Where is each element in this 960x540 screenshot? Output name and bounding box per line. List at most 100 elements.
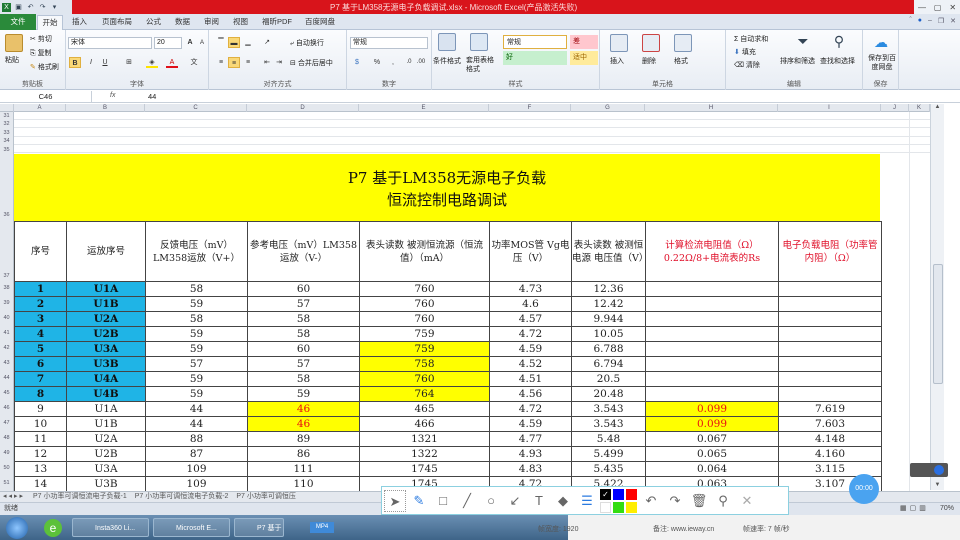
insert-cells-button[interactable]: 插入: [610, 56, 624, 66]
table-cell[interactable]: 1745: [359, 461, 490, 477]
customize-icon[interactable]: ▾: [50, 3, 59, 12]
table-cell[interactable]: 4.77: [489, 431, 572, 447]
sheet-banner-title[interactable]: P7 基于LM358无源电子负载 恒流控制电路调试: [14, 154, 880, 221]
table-cell[interactable]: 5.499: [571, 446, 646, 462]
tab-file[interactable]: 文件: [0, 14, 36, 30]
header-index[interactable]: 序号: [14, 221, 67, 282]
format-cells-button[interactable]: 格式: [674, 56, 688, 66]
column-header[interactable]: H: [645, 104, 778, 112]
magnifier-icon[interactable]: ⚲: [712, 490, 734, 512]
table-cell[interactable]: [645, 326, 779, 342]
table-cell[interactable]: [778, 386, 882, 402]
table-cell[interactable]: 59: [145, 386, 248, 402]
pen-tool-icon[interactable]: ✎: [408, 490, 430, 512]
border-icon[interactable]: ⊞: [123, 57, 135, 68]
column-header[interactable]: G: [571, 104, 645, 112]
decrease-indent-icon[interactable]: ⇤: [261, 57, 273, 68]
table-cell[interactable]: 4.160: [778, 446, 882, 462]
column-header[interactable]: I: [778, 104, 881, 112]
close-doc-icon[interactable]: ✕: [950, 17, 956, 25]
table-cell[interactable]: U1B: [66, 296, 146, 312]
pointer-tool-icon[interactable]: ➤: [384, 489, 406, 512]
align-center-icon[interactable]: ≡: [228, 57, 240, 68]
table-cell[interactable]: 86: [247, 446, 360, 462]
table-cell[interactable]: U4A: [66, 371, 146, 387]
table-cell[interactable]: 0.065: [645, 446, 779, 462]
color-swatch-blue[interactable]: [613, 488, 624, 500]
number-format-select[interactable]: 常规: [350, 37, 428, 49]
help-circle-icon[interactable]: [934, 465, 944, 475]
table-cell[interactable]: 59: [145, 296, 248, 312]
table-cell[interactable]: 4.56: [489, 386, 572, 402]
browser-icon[interactable]: e: [44, 519, 62, 537]
table-cell[interactable]: 1321: [359, 431, 490, 447]
table-cell[interactable]: 7.619: [778, 401, 882, 417]
table-cell[interactable]: 1322: [359, 446, 490, 462]
table-format-button[interactable]: 套用表格格式: [466, 56, 496, 74]
row-header[interactable]: 50: [0, 461, 13, 476]
redo-icon[interactable]: ↷: [38, 3, 47, 12]
table-cell[interactable]: 14: [14, 476, 67, 492]
table-cell[interactable]: U1A: [66, 281, 146, 297]
table-cell[interactable]: 3.543: [571, 416, 646, 432]
table-cell[interactable]: 4.72: [489, 401, 572, 417]
collapse-ribbon-icon[interactable]: ˆ: [909, 17, 911, 25]
table-cell[interactable]: 760: [359, 296, 490, 312]
style-bad[interactable]: 差: [570, 35, 598, 49]
table-cell[interactable]: 57: [247, 296, 360, 312]
table-cell[interactable]: U2A: [66, 311, 146, 327]
table-cell[interactable]: 12: [14, 446, 67, 462]
row-header[interactable]: 39: [0, 296, 13, 311]
table-cell[interactable]: 4.59: [489, 416, 572, 432]
row-header[interactable]: 42: [0, 341, 13, 356]
table-cell[interactable]: 46: [247, 401, 360, 417]
table-cell[interactable]: 4.93: [489, 446, 572, 462]
table-cell[interactable]: U1B: [66, 416, 146, 432]
tab-insert[interactable]: 插入: [72, 16, 87, 27]
table-cell[interactable]: 57: [145, 356, 248, 372]
row-header[interactable]: 37: [0, 221, 14, 281]
table-cell[interactable]: 6.788: [571, 341, 646, 357]
table-cell[interactable]: 4.83: [489, 461, 572, 477]
row-header[interactable]: 49: [0, 446, 13, 461]
table-cell[interactable]: 4.72: [489, 326, 572, 342]
row-header[interactable]: 32: [0, 120, 13, 128]
row-header[interactable]: 34: [0, 137, 13, 145]
row-header[interactable]: 31: [0, 112, 13, 120]
tab-foxit-pdf[interactable]: 福昕PDF: [262, 16, 292, 27]
table-cell[interactable]: 0.064: [645, 461, 779, 477]
align-right-icon[interactable]: ≡: [242, 57, 254, 68]
table-cell[interactable]: 58: [247, 311, 360, 327]
header-load-resistance[interactable]: 电子负载电阻（功率管内阻）（Ω）: [778, 221, 882, 282]
sheet-tab[interactable]: P7 小功率可调恒流电子负载-1: [33, 493, 127, 500]
column-header[interactable]: J: [881, 104, 909, 112]
table-cell[interactable]: 5.435: [571, 461, 646, 477]
table-cell[interactable]: U3B: [66, 356, 146, 372]
table-cell[interactable]: 9: [14, 401, 67, 417]
tab-baidu-pan[interactable]: 百度网盘: [305, 16, 335, 27]
fx-icon[interactable]: fx: [110, 92, 115, 99]
decrease-decimal-icon[interactable]: .00: [415, 57, 427, 68]
row-header[interactable]: 51: [0, 476, 13, 491]
table-cell[interactable]: 10: [14, 416, 67, 432]
table-cell[interactable]: 111: [247, 461, 360, 477]
style-good[interactable]: 好: [503, 51, 567, 65]
table-cell[interactable]: 4.52: [489, 356, 572, 372]
sheet-tab[interactable]: P7 小功率可调恒流电子负载-2: [135, 493, 229, 500]
table-cell[interactable]: 7.603: [778, 416, 882, 432]
table-cell[interactable]: U2B: [66, 446, 146, 462]
grow-font-button[interactable]: A: [184, 37, 196, 48]
color-swatch-red[interactable]: [626, 488, 637, 500]
table-cell[interactable]: U3A: [66, 461, 146, 477]
table-cell[interactable]: [645, 371, 779, 387]
table-cell[interactable]: 11: [14, 431, 67, 447]
table-cell[interactable]: 3.543: [571, 401, 646, 417]
table-cell[interactable]: [645, 281, 779, 297]
table-cell[interactable]: [645, 296, 779, 312]
redo-icon[interactable]: ↷: [664, 490, 686, 512]
taskbar-item-p7[interactable]: P7 基于: [234, 518, 284, 537]
header-reference-voltage[interactable]: 参考电压（mV）LM358运放（V-）: [247, 221, 360, 282]
tab-view[interactable]: 视图: [233, 16, 248, 27]
find-select-button[interactable]: 查找和选择: [820, 56, 855, 66]
row-header[interactable]: 40: [0, 311, 13, 326]
